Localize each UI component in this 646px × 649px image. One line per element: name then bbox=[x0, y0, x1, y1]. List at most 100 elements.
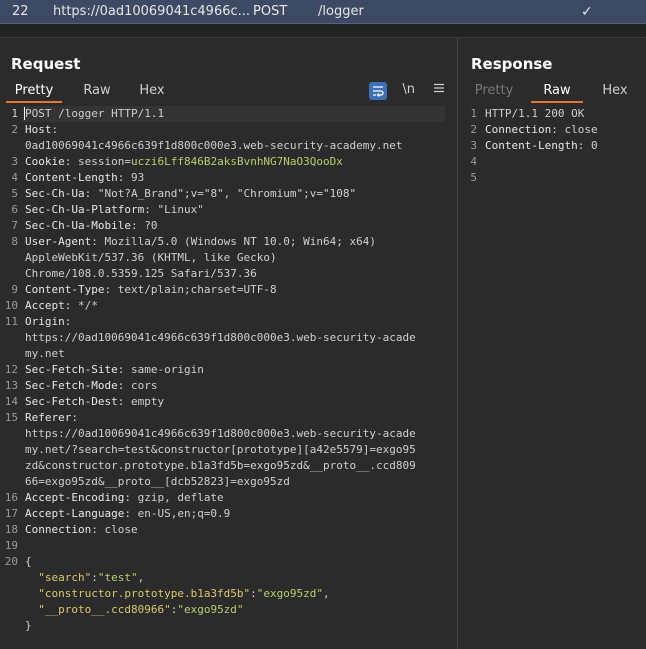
line-number: 2 bbox=[470, 123, 477, 136]
line-number: 5 bbox=[11, 187, 18, 200]
history-row-method: POST bbox=[253, 4, 288, 19]
hamburger-menu-icon[interactable] bbox=[433, 82, 445, 98]
code-token: : session= bbox=[64, 155, 131, 168]
request-code-line: my.net/?search=test&constructor[prototyp… bbox=[25, 442, 416, 458]
code-token: Sec-Fetch-Site bbox=[25, 363, 118, 376]
request-tab-raw[interactable]: Raw bbox=[72, 81, 122, 103]
line-number: 6 bbox=[11, 203, 18, 216]
line-number: 10 bbox=[4, 299, 18, 312]
code-token: "exgo95zd" bbox=[256, 587, 324, 600]
request-code-line: Sec-Ch-Ua-Mobile: ?0 bbox=[25, 218, 157, 234]
line-number: 4 bbox=[470, 155, 477, 168]
response-tab-hex[interactable]: Hex bbox=[595, 81, 635, 103]
request-tab-hex[interactable]: Hex bbox=[132, 81, 172, 103]
line-number: 3 bbox=[11, 155, 18, 168]
request-code-line: https://0ad10069041c4966c639f1d800c000e3… bbox=[25, 426, 416, 442]
code-token: "search" bbox=[38, 571, 92, 584]
code-token: Sec-Fetch-Mode bbox=[25, 379, 118, 392]
request-editor[interactable]: 1 POST /logger HTTP/1.1 2 Host: 0ad10069041c… bbox=[0, 106, 457, 649]
code-token: : gzip, deflate bbox=[124, 491, 224, 504]
response-code-line: Connection: close bbox=[485, 122, 598, 138]
code-token: "__proto__.ccd80966" bbox=[38, 603, 171, 616]
line-number: 16 bbox=[4, 491, 18, 504]
response-tab-raw[interactable]: Raw bbox=[531, 81, 583, 103]
request-code-line: "constructor.prototype.b1a3fd5b":"exgo95… bbox=[25, 586, 330, 602]
code-token: my.net/?search=test&constructor[prototyp… bbox=[25, 443, 416, 456]
code-token: : bbox=[71, 411, 78, 424]
code-token: 0ad10069041c4966c639f1d800c000e3.web-sec… bbox=[25, 139, 403, 152]
line-number: 4 bbox=[11, 171, 18, 184]
code-token: : ?0 bbox=[130, 219, 158, 232]
line-number: 18 bbox=[4, 523, 18, 536]
request-code-line: my.net bbox=[25, 346, 65, 362]
line-number: 1 bbox=[470, 107, 477, 120]
code-token: POST /logger HTTP/1.1 bbox=[24, 107, 165, 120]
show-newlines-button[interactable]: \n bbox=[402, 82, 415, 97]
request-code-line: Accept: */* bbox=[25, 298, 98, 314]
response-editor[interactable]: 1 HTTP/1.1 200 OK 2 Connection: close 3 Conte… bbox=[459, 106, 646, 649]
request-code-line: Accept-Language: en-US,en;q=0.9 bbox=[25, 506, 230, 522]
request-tab-pretty[interactable]: Pretty bbox=[6, 81, 62, 103]
code-token: Sec-Ch-Ua bbox=[25, 187, 85, 200]
code-token: my.net bbox=[25, 347, 65, 360]
code-token: : "Not?A_Brand";v="8", "Chromium";v="108… bbox=[84, 187, 357, 200]
code-token: { bbox=[25, 555, 32, 568]
line-number: 5 bbox=[470, 171, 477, 184]
request-code-line: User-Agent: Mozilla/5.0 (Windows NT 10.0… bbox=[25, 234, 376, 250]
line-number: 15 bbox=[4, 411, 18, 424]
code-token: Sec-Ch-Ua-Mobile bbox=[25, 219, 131, 232]
code-token: : bbox=[91, 571, 98, 584]
line-number: 7 bbox=[11, 219, 18, 232]
code-token: Origin bbox=[25, 315, 65, 328]
code-token: Content-Length bbox=[485, 139, 578, 152]
request-code-line: "search":"test", bbox=[25, 570, 144, 586]
history-row-path: /logger bbox=[318, 4, 364, 19]
request-code-line: Host: bbox=[25, 122, 58, 138]
line-number: 11 bbox=[4, 315, 18, 328]
code-token: Connection bbox=[485, 123, 552, 136]
request-code-line: { bbox=[25, 554, 32, 570]
line-number: 14 bbox=[4, 395, 18, 408]
request-code-line: Referer: bbox=[25, 410, 78, 426]
code-token: } bbox=[25, 619, 32, 632]
code-token: : Mozilla/5.0 (Windows NT 10.0; Win64; x… bbox=[91, 235, 377, 248]
response-tab-pretty[interactable]: Pretty bbox=[471, 81, 517, 103]
code-token: Content-Type bbox=[25, 283, 105, 296]
request-code-line: Connection: close bbox=[25, 522, 138, 538]
code-token: Accept-Language bbox=[25, 507, 125, 520]
code-token: : en-US,en;q=0.9 bbox=[124, 507, 231, 520]
request-code-line: Content-Length: 93 bbox=[25, 170, 144, 186]
code-token: https://0ad10069041c4966c639f1d800c000e3… bbox=[25, 427, 416, 440]
code-token: AppleWebKit/537.36 (KHTML, like Gecko) bbox=[25, 251, 277, 264]
request-code-line: Accept-Encoding: gzip, deflate bbox=[25, 490, 224, 506]
request-code-line: Origin: bbox=[25, 314, 71, 330]
code-token: Referer bbox=[25, 411, 72, 424]
history-row-number: 22 bbox=[12, 4, 29, 19]
code-token: Sec-Ch-Ua-Platform bbox=[25, 203, 145, 216]
line-number: 3 bbox=[470, 139, 477, 152]
request-code-line: Content-Type: text/plain;charset=UTF-8 bbox=[25, 282, 277, 298]
history-row-selected[interactable]: 22 https://0ad10069041c4966c... POST /lo… bbox=[0, 0, 646, 24]
response-title: Response bbox=[471, 55, 553, 73]
wrap-lines-icon[interactable] bbox=[369, 82, 387, 100]
line-number: 12 bbox=[4, 363, 18, 376]
code-token: "constructor.prototype.b1a3fd5b" bbox=[38, 587, 251, 600]
code-token: User-Agent bbox=[25, 235, 92, 248]
request-code-line: AppleWebKit/537.36 (KHTML, like Gecko) bbox=[25, 250, 277, 266]
code-token: , bbox=[323, 587, 330, 600]
code-token: zd&constructor.prototype.b1a3fd5b=exgo95… bbox=[25, 459, 416, 472]
response-code-line: Content-Length: 0 bbox=[485, 138, 598, 154]
line-number: 19 bbox=[4, 539, 18, 552]
code-token: uczi6Lff846B2aksBvnhNG7NaO3QooDx bbox=[130, 155, 343, 168]
request-code-line: 0ad10069041c4966c639f1d800c000e3.web-sec… bbox=[25, 138, 403, 154]
code-token: Connection bbox=[25, 523, 92, 536]
line-number: 20 bbox=[4, 555, 18, 568]
code-token: : close bbox=[91, 523, 138, 536]
request-code-line: Chrome/108.0.5359.125 Safari/537.36 bbox=[25, 266, 257, 282]
line-number: 9 bbox=[11, 283, 18, 296]
code-token: : 0 bbox=[577, 139, 598, 152]
code-token: 66=exgo95zd&__proto__[dcb52823]=exgo95zd bbox=[25, 475, 290, 488]
request-pane: Request Pretty Raw Hex \n 1 POST /logger … bbox=[0, 38, 458, 649]
code-token: : bbox=[51, 123, 59, 136]
